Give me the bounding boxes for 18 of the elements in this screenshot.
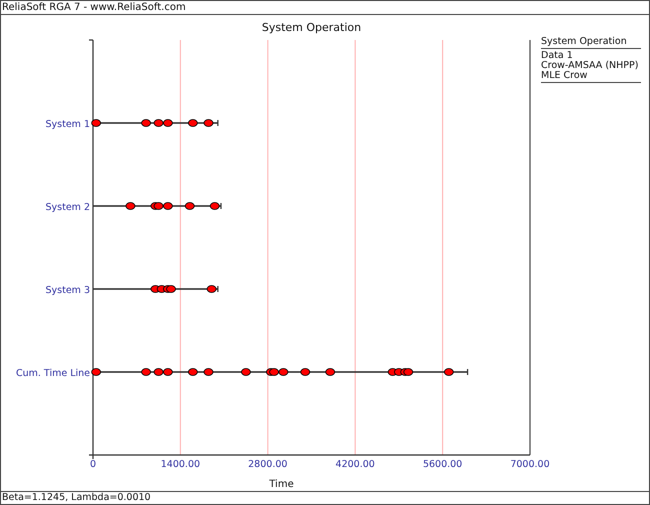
legend-text: Data 1 [541,51,574,61]
window-title: ReliaSoft RGA 7 - www.ReliaSoft.com [2,2,186,13]
axis-label: System 2 [46,202,90,213]
tick-label: 1400.00 [160,459,200,470]
legend-text: Crow-AMSAA (NHPP) [541,61,640,71]
legend-text: MLE Crow [541,71,588,81]
status-text: Beta=1.1245, Lambda=0.0010 [2,492,151,503]
tick-label: 4200.00 [336,459,375,470]
tick-label: 0 [90,459,96,470]
chart-title: System Operation [262,21,362,34]
tick-label: 2800.00 [248,459,288,470]
axis-label: Cum. Time Line [16,368,90,379]
axis-label: System 3 [46,285,90,296]
axis-title: Time [269,479,294,490]
tick-label: 5600.00 [422,459,462,470]
axis-label: System 1 [46,119,90,130]
legend-title: System Operation [541,36,641,49]
tick-label: 7000.00 [510,459,550,470]
